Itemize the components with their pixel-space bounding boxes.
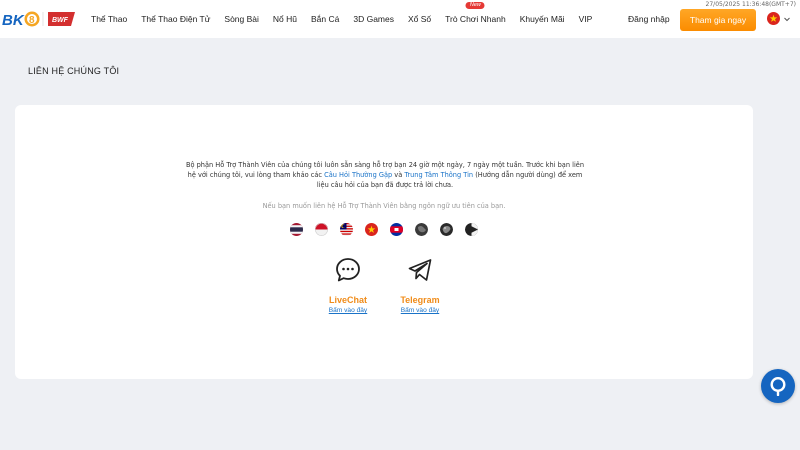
vietnam-flag-icon[interactable] bbox=[365, 223, 378, 236]
cambodia-flag-icon[interactable] bbox=[390, 223, 403, 236]
indonesia-flag-icon[interactable] bbox=[315, 223, 328, 236]
info-center-link[interactable]: Trung Tâm Thông Tin bbox=[404, 171, 473, 179]
language-flags bbox=[290, 223, 485, 237]
myanmar-flag-icon[interactable] bbox=[465, 223, 478, 236]
globe-icon[interactable] bbox=[415, 223, 428, 236]
telegram-icon bbox=[408, 259, 432, 281]
signup-button[interactable]: Tham gia ngay bbox=[680, 9, 756, 31]
contact-card: Bộ phận Hỗ Trợ Thành Viên của chúng tôi … bbox=[15, 105, 753, 379]
svg-text:8: 8 bbox=[29, 15, 35, 26]
nav-the-thao[interactable]: Thể Thao bbox=[84, 0, 134, 38]
livechat-contact[interactable]: LiveChat Bấm vào đây bbox=[318, 257, 378, 314]
language-prompt: Nếu bạn muốn liên hệ Hỗ Trợ Thành Viên b… bbox=[262, 202, 506, 210]
livechat-link[interactable]: Bấm vào đây bbox=[318, 307, 378, 314]
login-button[interactable]: Đăng nhập bbox=[628, 14, 670, 24]
page-title: LIÊN HỆ CHÚNG TÔI bbox=[28, 66, 120, 76]
nav-song-bai[interactable]: Sòng Bài bbox=[217, 0, 266, 38]
nav-no-hu[interactable]: Nổ Hũ bbox=[266, 0, 304, 38]
globe-icon[interactable] bbox=[440, 223, 453, 236]
nav-the-thao-dien-tu[interactable]: Thể Thao Điện Tử bbox=[134, 0, 217, 38]
malaysia-flag-icon[interactable] bbox=[340, 223, 353, 236]
nav-vip[interactable]: VIP bbox=[572, 0, 600, 38]
nav-ban-ca[interactable]: Bắn Cá bbox=[304, 0, 346, 38]
intro-text: Bộ phận Hỗ Trợ Thành Viên của chúng tôi … bbox=[185, 161, 585, 189]
telegram-label: Telegram bbox=[400, 295, 440, 305]
main-nav: Thể Thao Thể Thao Điện Tử Sòng Bài Nổ Hũ… bbox=[84, 0, 599, 38]
language-selector[interactable] bbox=[767, 12, 791, 25]
telegram-contact[interactable]: Telegram Bấm vào đây bbox=[390, 257, 450, 314]
datetime-display: 27/05/2025 11:36:48(GMT+7) bbox=[705, 1, 796, 8]
chevron-down-icon bbox=[784, 17, 790, 21]
nav-tro-choi-nhanh[interactable]: New Trò Chơi Nhanh bbox=[438, 0, 513, 38]
floating-chat-button[interactable] bbox=[761, 369, 795, 403]
livechat-label: LiveChat bbox=[328, 295, 367, 305]
nav-khuyen-mai[interactable]: Khuyến Mãi bbox=[513, 0, 572, 38]
nav-3d-games[interactable]: 3D Games bbox=[346, 0, 401, 38]
chat-support-icon bbox=[770, 376, 786, 396]
bk8-logo[interactable]: BK 8 BWF bbox=[2, 8, 78, 30]
nav-xo-so[interactable]: Xổ Số bbox=[401, 0, 438, 38]
svg-text:BK: BK bbox=[2, 12, 25, 29]
thailand-flag-icon[interactable] bbox=[290, 223, 303, 236]
faq-link[interactable]: Câu Hỏi Thường Gặp bbox=[324, 171, 392, 179]
chat-bubble-icon bbox=[336, 258, 360, 282]
new-badge: New bbox=[465, 2, 485, 9]
vietnam-flag-icon bbox=[767, 12, 780, 25]
telegram-link[interactable]: Bấm vào đây bbox=[390, 307, 450, 314]
svg-text:BWF: BWF bbox=[52, 17, 69, 24]
top-navbar: 27/05/2025 11:36:48(GMT+7) BK 8 BWF Thể … bbox=[0, 0, 800, 38]
